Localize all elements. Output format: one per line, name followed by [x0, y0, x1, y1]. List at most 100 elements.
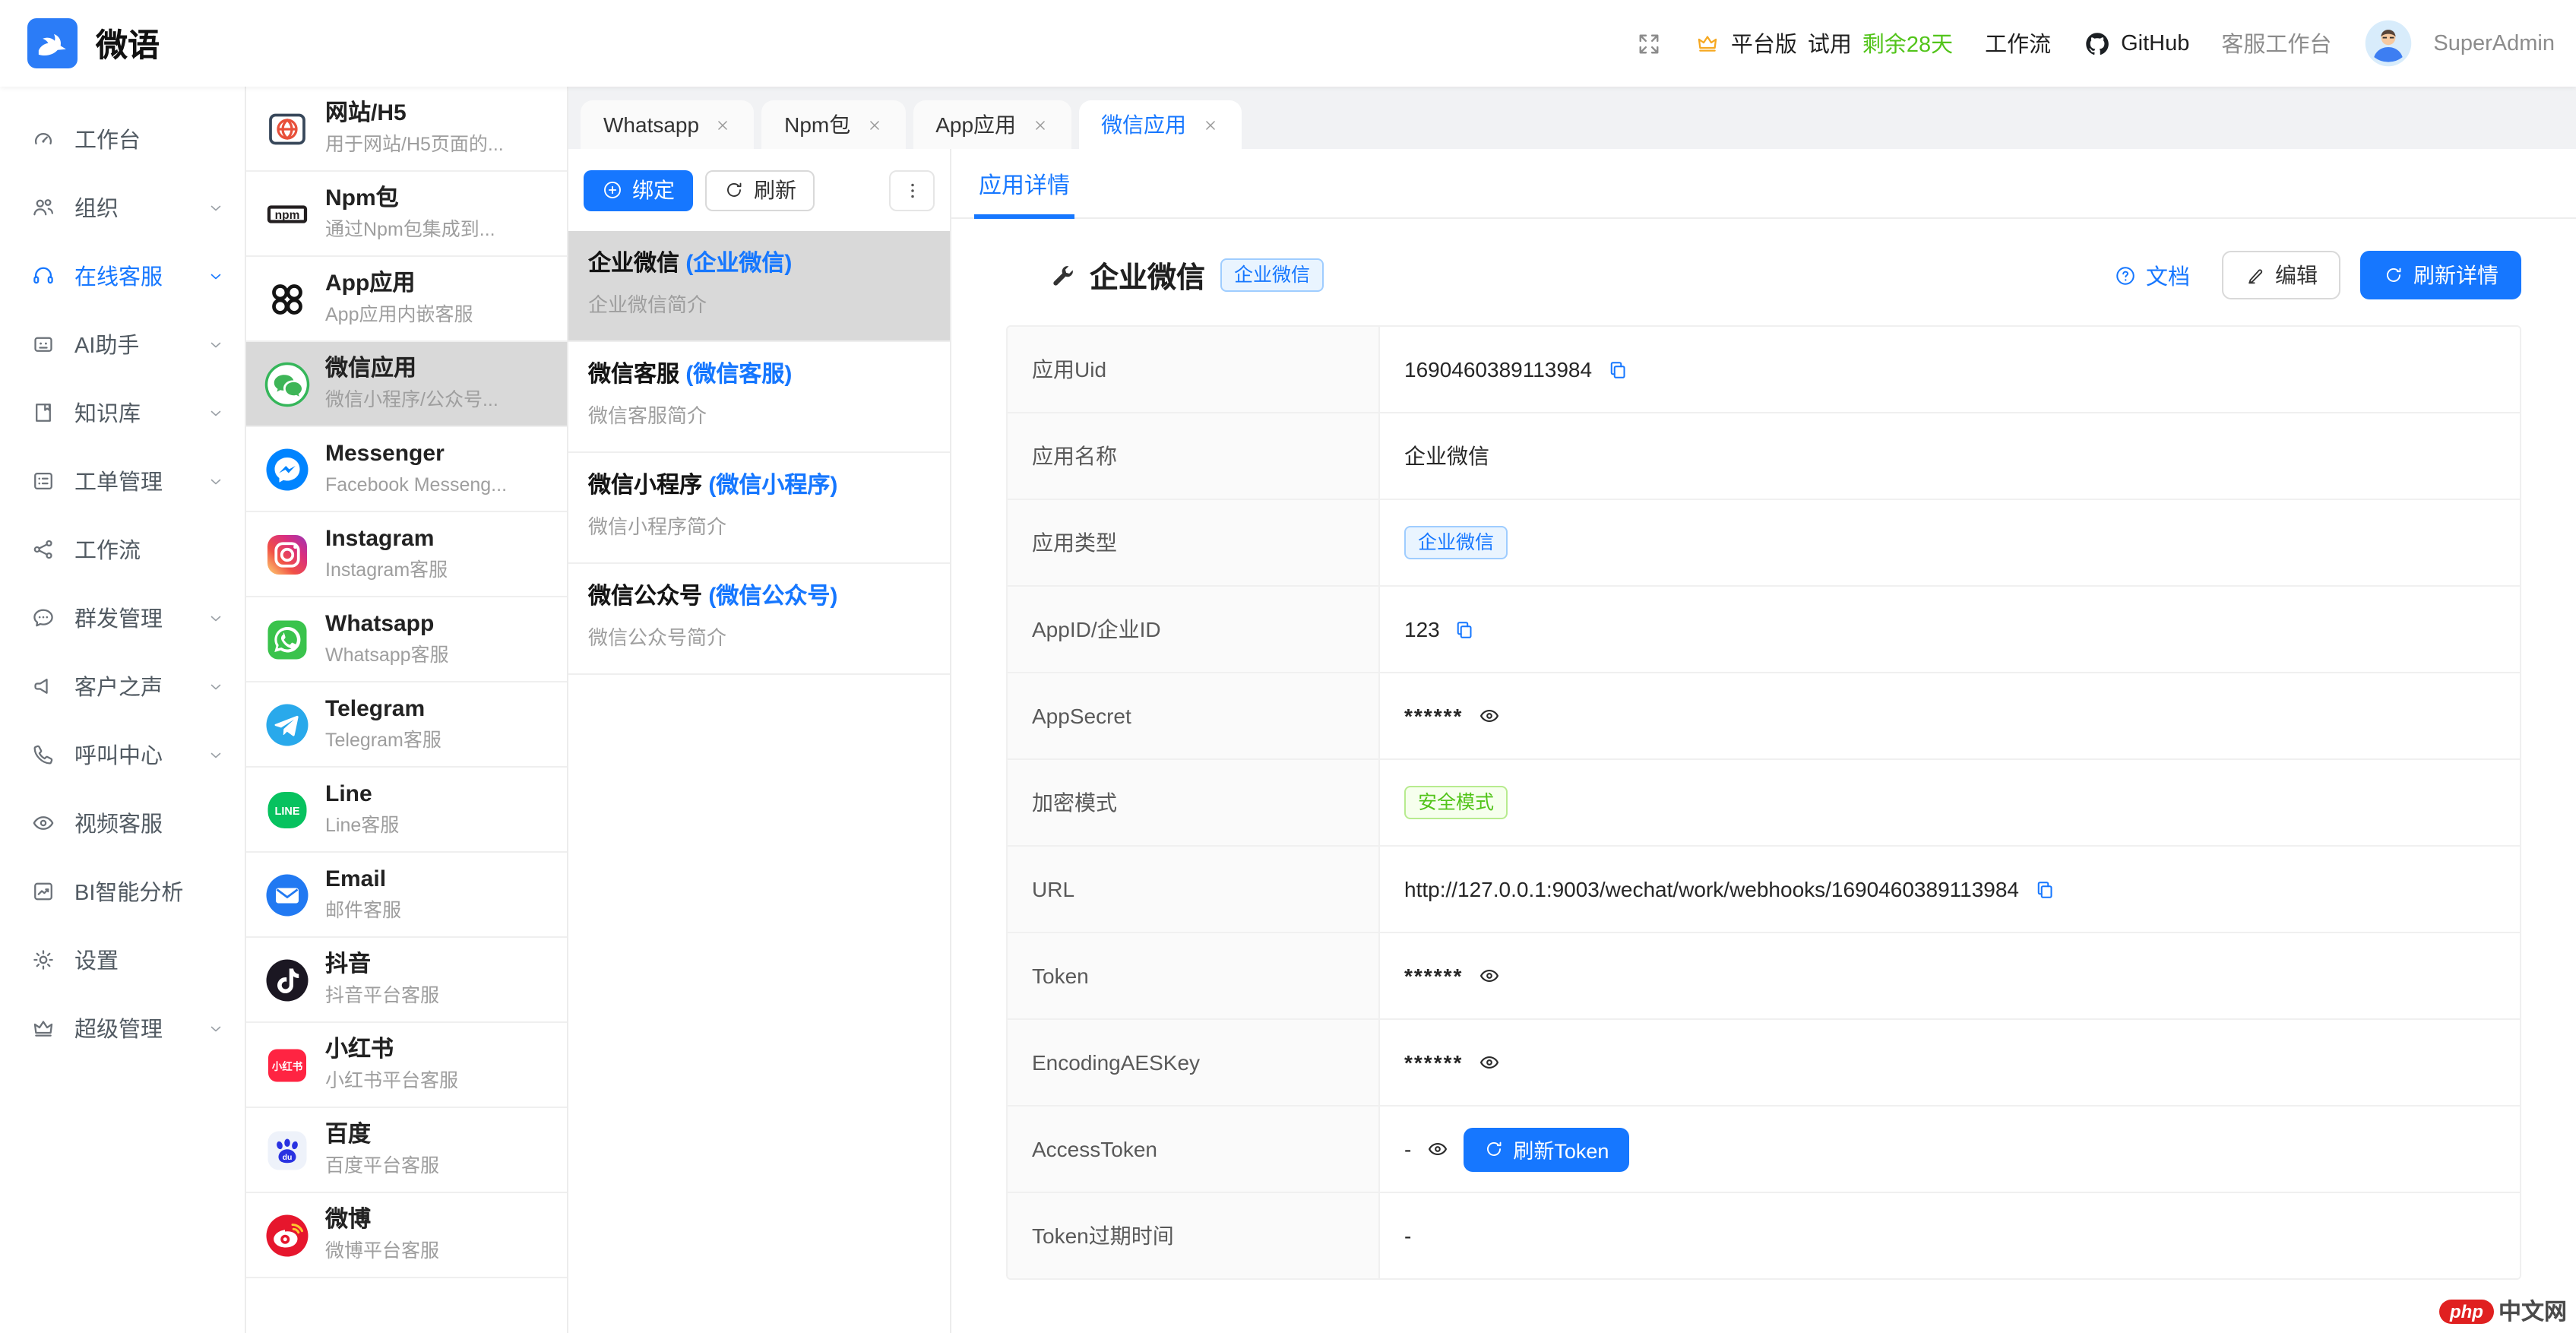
channel-item-appgrid[interactable]: App应用App应用内嵌客服 — [246, 257, 567, 342]
svg-text:小红书: 小红书 — [272, 1059, 303, 1072]
close-icon[interactable] — [866, 116, 882, 133]
sidebar-item-phone[interactable]: 呼叫中心 — [0, 720, 245, 789]
refresh-detail-button[interactable]: 刷新详情 — [2360, 251, 2521, 299]
sidebar-item-gear[interactable]: 设置 — [0, 926, 245, 994]
tab-app-detail[interactable]: 应用详情 — [974, 169, 1074, 219]
channel-item-email[interactable]: Email邮件客服 — [246, 853, 567, 938]
doc-link[interactable]: 文档 — [2114, 259, 2190, 291]
channel-item-whatsapp[interactable]: WhatsappWhatsapp客服 — [246, 597, 567, 682]
watermark-suffix: 中文网 — [2498, 1295, 2567, 1327]
channel-desc: 用于网站/H5页面的... — [325, 132, 504, 157]
sidebar-item-headset[interactable]: 在线客服 — [0, 242, 245, 310]
plan-info[interactable]: 平台版 试用 剩余28天 — [1695, 27, 1953, 59]
channel-item-instagram[interactable]: InstagramInstagram客服 — [246, 512, 567, 597]
sidebar-item-chat-dots[interactable]: 群发管理 — [0, 584, 245, 652]
row-value-cell: http://127.0.0.1:9003/wechat/work/webhoo… — [1380, 847, 2520, 932]
sidebar-item-label: 群发管理 — [74, 602, 163, 634]
channel-item-baidu[interactable]: du百度百度平台客服 — [246, 1108, 567, 1193]
channel-item-website[interactable]: 网站/H5用于网站/H5页面的... — [246, 87, 567, 172]
channel-desc: App应用内嵌客服 — [325, 302, 473, 327]
eye-view-icon[interactable] — [1476, 1050, 1501, 1075]
bind-button[interactable]: 绑定 — [584, 169, 693, 211]
copy-icon[interactable] — [2033, 878, 2055, 901]
channel-item-line[interactable]: LINELineLine客服 — [246, 768, 567, 853]
channel-desc: Instagram客服 — [325, 558, 448, 582]
eye-view-icon[interactable] — [1476, 704, 1501, 728]
instance-item[interactable]: 微信公众号 (微信公众号)微信公众号简介 — [568, 564, 950, 675]
edit-button[interactable]: 编辑 — [2222, 251, 2340, 299]
channel-item-npm[interactable]: npmNpm包通过Npm包集成到... — [246, 172, 567, 257]
instance-toolbar: 绑定 刷新 — [568, 149, 950, 231]
eye-view-icon[interactable] — [1425, 1137, 1449, 1161]
chevron-down-icon — [207, 404, 225, 422]
sidebar-item-label: 超级管理 — [74, 1012, 163, 1044]
refresh-list-button[interactable]: 刷新 — [705, 169, 815, 211]
sidebar-item-robot[interactable]: AI助手 — [0, 310, 245, 378]
table-row: 应用类型企业微信 — [1008, 500, 2520, 587]
dashboard-icon — [30, 126, 56, 152]
chevron-down-icon — [207, 335, 225, 353]
eye-view-icon[interactable] — [1476, 964, 1501, 988]
plan-label: 平台版 — [1731, 27, 1797, 59]
tab-3[interactable]: App应用 — [913, 100, 1071, 149]
row-value-cell: ****** — [1380, 933, 2520, 1018]
channel-text: LineLine客服 — [325, 781, 399, 837]
refresh-detail-label: 刷新详情 — [2413, 260, 2498, 290]
sidebar-item-eye[interactable]: 视频客服 — [0, 789, 245, 857]
app-logo[interactable] — [27, 18, 78, 68]
tab-1[interactable]: Whatsapp — [581, 100, 754, 149]
kebab-icon — [900, 179, 923, 201]
channel-item-xiaohongshu[interactable]: 小红书小红书小红书平台客服 — [246, 1023, 567, 1108]
workflow-link[interactable]: 工作流 — [1985, 27, 2051, 59]
refresh-token-label: 刷新Token — [1513, 1134, 1609, 1164]
avatar[interactable] — [2363, 18, 2413, 68]
sidebar-item-megaphone[interactable]: 客户之声 — [0, 652, 245, 720]
copy-icon[interactable] — [1606, 358, 1628, 381]
sidebar-item-people[interactable]: 组织 — [0, 173, 245, 242]
svg-text:npm: npm — [275, 208, 300, 221]
detail-header: 企业微信 企业微信 文档 编辑 — [1049, 251, 2521, 299]
sidebar-item-share[interactable]: 工作流 — [0, 515, 245, 584]
tab-2[interactable]: Npm包 — [761, 100, 905, 149]
refresh-icon — [1483, 1138, 1504, 1160]
github-link[interactable]: GitHub — [2083, 30, 2189, 57]
channel-desc: Facebook Messeng... — [325, 473, 507, 497]
workbench-link[interactable]: 客服工作台 — [2221, 27, 2331, 59]
topbar-right: 平台版 试用 剩余28天 工作流 GitHub 客服工作台 SuperAdmin — [1635, 18, 2555, 68]
close-icon[interactable] — [1201, 116, 1218, 133]
close-icon[interactable] — [714, 116, 731, 133]
sidebar-item-label: 工作流 — [74, 534, 141, 565]
refresh-token-button[interactable]: 刷新Token — [1463, 1127, 1628, 1171]
tab-4[interactable]: 微信应用 — [1078, 100, 1241, 149]
sidebar-item-book[interactable]: 知识库 — [0, 378, 245, 447]
more-actions-button[interactable] — [889, 169, 935, 211]
channel-text: App应用App应用内嵌客服 — [325, 271, 473, 327]
instance-item[interactable]: 企业微信 (企业微信)企业微信简介 — [568, 231, 950, 342]
tab-label: 微信应用 — [1101, 109, 1186, 140]
trial-label: 试用 — [1808, 27, 1852, 59]
watermark: php 中文网 — [2439, 1295, 2567, 1327]
instance-item[interactable]: 微信客服 (微信客服)微信客服简介 — [568, 342, 950, 453]
chart-icon — [30, 879, 56, 904]
sidebar-item-chart[interactable]: BI智能分析 — [0, 857, 245, 926]
instance-name: 微信公众号 — [588, 584, 702, 610]
channel-item-douyin[interactable]: 抖音抖音平台客服 — [246, 938, 567, 1023]
instance-title: 企业微信 (企业微信) — [588, 249, 932, 278]
instance-item[interactable]: 微信小程序 (微信小程序)微信小程序简介 — [568, 453, 950, 564]
row-value-cell: 1690460389113984 — [1380, 327, 2520, 412]
close-icon[interactable] — [1031, 116, 1048, 133]
row-label: URL — [1008, 847, 1380, 932]
channel-item-telegram[interactable]: TelegramTelegram客服 — [246, 682, 567, 768]
fullscreen-icon[interactable] — [1635, 30, 1663, 57]
channel-item-messenger[interactable]: MessengerFacebook Messeng... — [246, 427, 567, 512]
detail-tabbar: 应用详情 — [951, 149, 2576, 219]
row-label: AppID/企业ID — [1008, 587, 1380, 672]
sidebar-item-dashboard[interactable]: 工作台 — [0, 105, 245, 173]
channel-text: 微信应用微信小程序/公众号... — [325, 356, 498, 412]
mode-badge: 安全模式 — [1404, 786, 1508, 819]
sidebar-item-ticket[interactable]: 工单管理 — [0, 447, 245, 515]
channel-item-wechat[interactable]: 微信应用微信小程序/公众号... — [246, 342, 567, 427]
sidebar-item-crown[interactable]: 超级管理 — [0, 994, 245, 1062]
copy-icon[interactable] — [1454, 618, 1476, 641]
channel-item-weibo[interactable]: 微博微博平台客服 — [246, 1193, 567, 1278]
